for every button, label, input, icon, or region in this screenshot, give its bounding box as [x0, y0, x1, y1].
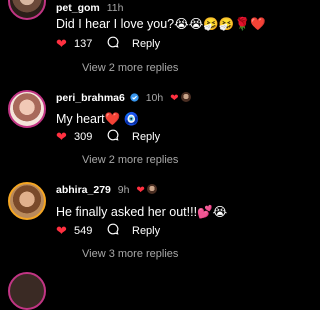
comment-text: He finally asked her out!!!💕😭 — [56, 205, 228, 219]
comment-meta: abhira_279 9h ❤ — [56, 184, 157, 196]
creator-avatar — [146, 184, 157, 194]
avatar[interactable] — [8, 90, 46, 128]
like-count: 309 — [74, 131, 93, 143]
comment-bubble-icon[interactable] — [107, 36, 119, 48]
comment-username[interactable]: pet_gom — [56, 2, 100, 14]
reply-button[interactable]: Reply — [132, 225, 160, 237]
comment-bubble-icon[interactable] — [107, 223, 119, 235]
view-more-replies[interactable]: View 3 more replies — [82, 248, 178, 260]
like-count: 549 — [74, 225, 93, 237]
comment-meta: peri_brahma6 10h ❤ — [56, 92, 191, 104]
creator-avatar — [180, 92, 191, 102]
comment-bubble-icon[interactable] — [107, 129, 119, 141]
avatar[interactable] — [8, 0, 46, 20]
comment-time: 10h — [145, 92, 164, 104]
reply-button[interactable]: Reply — [132, 38, 160, 50]
heart-icon[interactable]: ❤ — [56, 223, 67, 239]
comment-time: 11h — [106, 2, 124, 14]
comment-text: My heart️❤️ 🧿 — [56, 112, 140, 126]
heart-icon[interactable]: ❤ — [56, 129, 67, 145]
comment-username[interactable]: abhira_279 — [56, 184, 111, 196]
avatar[interactable] — [8, 272, 46, 310]
comment-text: Did I hear I love you?😭😭🤧🤧🌹❤️ — [56, 17, 266, 31]
comment-username[interactable]: peri_brahma6 — [56, 92, 125, 104]
avatar[interactable] — [8, 182, 46, 220]
verified-badge-icon — [130, 93, 139, 102]
comment-time: 9h — [117, 184, 130, 196]
view-more-replies[interactable]: View 2 more replies — [82, 154, 178, 166]
view-more-replies[interactable]: View 2 more replies — [82, 62, 178, 74]
comment-meta: pet_gom 11h — [56, 2, 123, 14]
creator-liked-heart-icon: ❤ — [136, 185, 145, 196]
reply-button[interactable]: Reply — [132, 131, 160, 143]
heart-icon[interactable]: ❤ — [56, 36, 67, 52]
creator-liked-heart-icon: ❤ — [170, 93, 179, 104]
like-count: 137 — [74, 38, 93, 50]
